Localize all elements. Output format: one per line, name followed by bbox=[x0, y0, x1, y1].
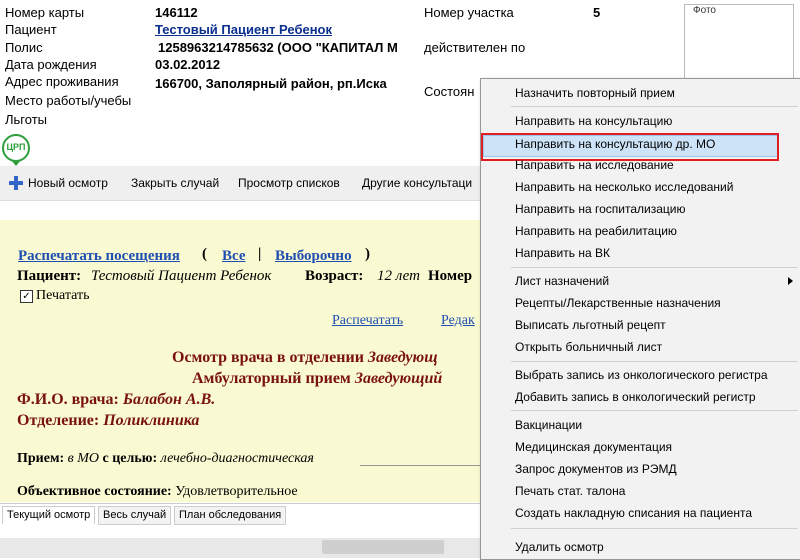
other-consults-button[interactable]: Другие консультаци bbox=[362, 176, 480, 190]
dob-value: 03.02.2012 bbox=[155, 57, 221, 72]
menu-separator bbox=[511, 106, 798, 107]
district-label: Номер участка bbox=[424, 5, 514, 20]
address-label: Адрес проживания bbox=[5, 74, 119, 89]
print-visits-link[interactable]: Распечатать посещения bbox=[18, 248, 180, 265]
selective-link[interactable]: Выборочно bbox=[275, 248, 352, 265]
scrollbar-thumb[interactable] bbox=[322, 540, 444, 554]
paren-close: ) bbox=[365, 246, 370, 262]
objective-field: Объективное состояние: Удовлетворительно… bbox=[17, 484, 298, 499]
crp-logo-text: ЦРП bbox=[6, 142, 26, 152]
age-label: Возраст: bbox=[305, 268, 364, 284]
menu-item-remd-request[interactable]: Запрос документов из РЭМД bbox=[515, 461, 677, 477]
dob-label: Дата рождения bbox=[5, 57, 97, 72]
menu-item-repeat-visit[interactable]: Назначить повторный прием bbox=[515, 85, 675, 101]
menu-item-refer-hospitalization[interactable]: Направить на госпитализацию bbox=[515, 201, 685, 217]
print-link[interactable]: Распечатать bbox=[332, 313, 403, 329]
print-checkbox[interactable]: ✓ bbox=[20, 290, 33, 303]
exam-document: Распечатать посещения ( Все | Выборочно … bbox=[0, 220, 480, 502]
number-label: Номер bbox=[428, 268, 473, 284]
menu-separator bbox=[511, 528, 798, 529]
exam-title: Осмотр врача в отделении Заведующ bbox=[172, 349, 438, 366]
patient-label: Пациент bbox=[5, 22, 57, 37]
new-exam-button[interactable]: Новый осмотр bbox=[28, 176, 108, 190]
reception-field: Прием: в МО с целью: лечебно-диагностиче… bbox=[17, 451, 314, 466]
plus-icon bbox=[9, 176, 23, 190]
menu-item-preferential-prescription[interactable]: Выписать льготный рецепт bbox=[515, 317, 666, 333]
separator-pipe: | bbox=[258, 246, 262, 262]
menu-separator bbox=[511, 361, 798, 362]
horizontal-scrollbar[interactable] bbox=[0, 538, 480, 558]
menu-separator bbox=[511, 410, 798, 411]
tab-bar: Текущий осмотр Весь случай План обследов… bbox=[0, 503, 480, 525]
menu-item-delete-exam[interactable]: Удалить осмотр bbox=[515, 539, 604, 555]
photo-label: Фото bbox=[693, 5, 716, 16]
crp-logo-icon: ЦРП bbox=[2, 134, 30, 162]
context-menu: Назначить повторный прием Направить на к… bbox=[480, 78, 800, 560]
card-number-value: 146112 bbox=[155, 5, 198, 20]
edit-link[interactable]: Редак bbox=[441, 313, 475, 329]
menu-item-vaccinations[interactable]: Вакцинации bbox=[515, 417, 582, 433]
print-checkbox-label: Печатать bbox=[36, 288, 90, 303]
card-number-label: Номер карты bbox=[5, 5, 85, 20]
menu-item-create-writeoff[interactable]: Создать накладную списания на пациента bbox=[515, 505, 752, 521]
menu-item-refer-consultation[interactable]: Направить на консультацию bbox=[515, 113, 672, 129]
menu-item-refer-multiple-research[interactable]: Направить на несколько исследований bbox=[515, 179, 733, 195]
menu-item-prescriptions[interactable]: Рецепты/Лекарственные назначения bbox=[515, 295, 721, 311]
department-field: Отделение: Поликлиника bbox=[17, 412, 200, 429]
policy-label: Полис bbox=[5, 40, 43, 55]
age-value: 12 лет bbox=[377, 268, 420, 284]
state-label: Состоян bbox=[424, 84, 475, 99]
tab-whole-case[interactable]: Весь случай bbox=[98, 506, 172, 525]
benefits-label: Льготы bbox=[5, 112, 48, 127]
valid-until-label: действителен по bbox=[424, 40, 526, 55]
submenu-arrow-icon bbox=[788, 277, 793, 285]
menu-item-sick-leave[interactable]: Открыть больничный лист bbox=[515, 339, 662, 355]
menu-item-refer-rehabilitation[interactable]: Направить на реабилитацию bbox=[515, 223, 677, 239]
divider bbox=[360, 465, 480, 466]
district-value: 5 bbox=[593, 5, 601, 20]
doctor-field: Ф.И.О. врача: Балабон А.В. bbox=[17, 391, 216, 408]
all-link[interactable]: Все bbox=[222, 248, 246, 265]
tab-current-exam[interactable]: Текущий осмотр bbox=[2, 506, 96, 524]
menu-item-print-stat-coupon[interactable]: Печать стат. талона bbox=[515, 483, 625, 499]
close-case-button[interactable]: Закрыть случай bbox=[131, 176, 219, 190]
menu-item-refer-research[interactable]: Направить на исследование bbox=[515, 157, 674, 173]
photo-frame: Фото bbox=[684, 4, 794, 86]
policy-value: 125896321478563​2 (ООО "КАПИТАЛ М bbox=[158, 40, 398, 55]
menu-item-refer-consultation-other-mo[interactable]: Направить на консультацию др. МО bbox=[515, 136, 715, 152]
patient-name-link[interactable]: Тестовый Пациент Ребенок bbox=[155, 22, 332, 37]
menu-item-refer-vk[interactable]: Направить на ВК bbox=[515, 245, 610, 261]
menu-separator bbox=[511, 267, 798, 268]
paren-open: ( bbox=[202, 246, 207, 262]
menu-item-select-onco-record[interactable]: Выбрать запись из онкологического регист… bbox=[515, 367, 768, 383]
work-label: Место работы/учебы bbox=[5, 93, 132, 108]
menu-item-medical-docs[interactable]: Медицинская документация bbox=[515, 439, 672, 455]
menu-item-add-onco-record[interactable]: Добавить запись в онкологический регистр bbox=[515, 389, 756, 405]
patient-name: Тестовый Пациент Ребенок bbox=[91, 268, 272, 284]
menu-item-prescription-sheet[interactable]: Лист назначений bbox=[515, 273, 609, 289]
ambulatory-title: Амбулаторный прием Заведующий bbox=[192, 370, 443, 387]
address-value: 166700, Заполярный район, рп.Иска bbox=[155, 76, 387, 91]
tab-exam-plan[interactable]: План обследования bbox=[174, 506, 287, 525]
view-lists-button[interactable]: Просмотр списков bbox=[238, 176, 340, 190]
patient-label: Пациент: bbox=[17, 268, 82, 284]
